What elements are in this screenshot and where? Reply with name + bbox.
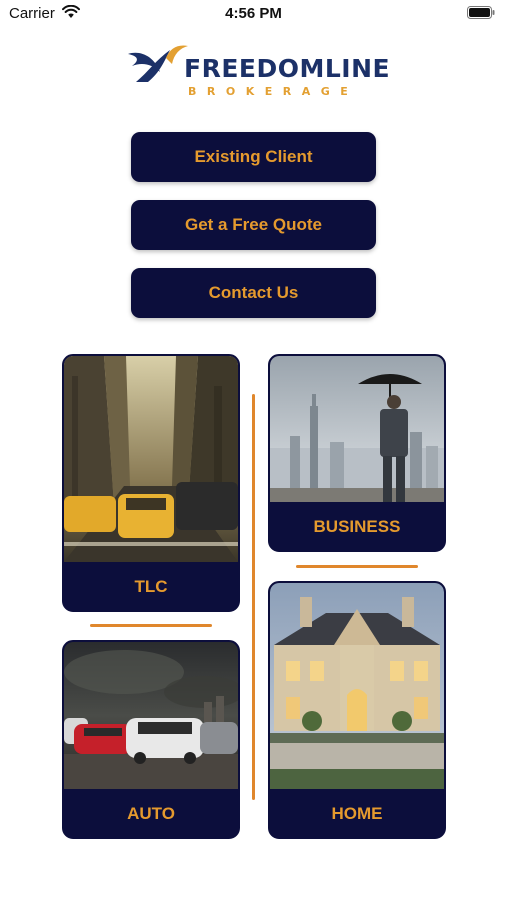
home-card[interactable]: HOME xyxy=(268,581,446,839)
tlc-auto-divider xyxy=(90,624,212,627)
home-house-image xyxy=(270,583,444,789)
tlc-city-taxi-image xyxy=(64,356,238,562)
auto-label: AUTO xyxy=(127,804,175,823)
brand-name: FREEDOMLINE xyxy=(184,54,391,83)
auto-card[interactable]: AUTO xyxy=(62,640,240,839)
contact-us-button[interactable]: Contact Us xyxy=(131,268,376,318)
bird-logo-icon xyxy=(128,45,188,82)
free-quote-button[interactable]: Get a Free Quote xyxy=(131,200,376,250)
brand-logo: FREEDOMLINE BROKERAGE xyxy=(126,40,390,102)
business-man-umbrella-image xyxy=(270,356,444,502)
business-label: BUSINESS xyxy=(313,517,401,536)
auto-cars-image xyxy=(64,642,238,789)
business-home-divider xyxy=(296,565,418,568)
brand-subtitle: BROKERAGE xyxy=(188,85,359,98)
battery-icon xyxy=(467,6,495,19)
existing-client-button[interactable]: Existing Client xyxy=(131,132,376,182)
home-label: HOME xyxy=(331,804,383,823)
vertical-divider xyxy=(252,394,255,800)
status-bar: Carrier 4:56 PM xyxy=(0,0,507,28)
tlc-card[interactable]: TLC xyxy=(62,354,240,612)
tlc-label: TLC xyxy=(134,577,168,596)
status-time: 4:56 PM xyxy=(225,5,282,22)
business-card[interactable]: BUSINESS xyxy=(268,354,446,552)
